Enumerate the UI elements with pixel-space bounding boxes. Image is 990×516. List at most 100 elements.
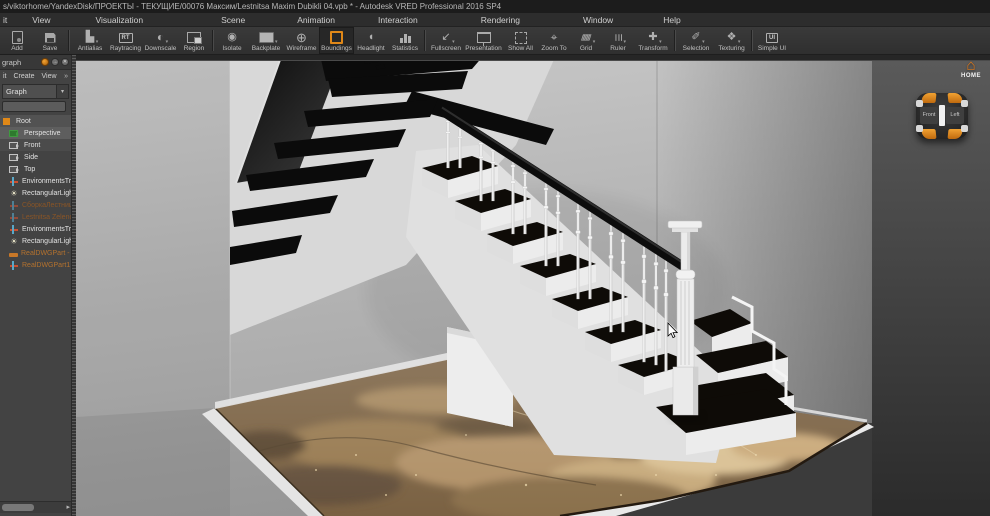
view-cube-left-face[interactable]: Left [946, 107, 964, 124]
toolbar-button-backplate[interactable]: ▾ Backplate [248, 27, 284, 54]
toolbar-button-save[interactable]: Save [34, 27, 66, 54]
menu-animation[interactable]: Animation [297, 13, 335, 26]
scenegraph-panel-title: graph [2, 58, 39, 67]
panel-detach-button[interactable]: → [51, 58, 59, 66]
main-toolbar: Add Save ▙▾ Antialias RT Raytracing ◐▾ D… [0, 27, 990, 55]
menu-visualization[interactable]: Visualization [96, 13, 144, 26]
texturing-icon: ❖ [727, 32, 737, 43]
toolbar-button-presentation[interactable]: Presentation [464, 27, 503, 54]
home-button[interactable]: ⌂ HOME [953, 59, 989, 79]
menu-window[interactable]: Window [583, 13, 613, 26]
isolate-icon: ◉ [227, 32, 237, 43]
view-cube-corner[interactable] [921, 93, 936, 103]
toolbar-separator [68, 30, 70, 51]
antialias-icon: ▙ [86, 32, 94, 43]
view-cube-edge[interactable] [961, 125, 968, 132]
scenegraph-menu-create[interactable]: Create [14, 73, 35, 80]
tree-item-root[interactable]: Root [0, 115, 71, 127]
toolbar-button-selection[interactable]: ✐▾ Selection [678, 27, 714, 54]
tree-item-rectangularlight[interactable]: ☀ RectangularLight [0, 187, 71, 199]
toolbar-button-region[interactable]: Region [178, 27, 210, 54]
toolbar-button-headlight[interactable]: ◖ Headlight [354, 27, 388, 54]
view-cube[interactable]: Front Left [915, 92, 969, 140]
tree-item-front[interactable]: Front [0, 139, 71, 151]
tree-item-side[interactable]: Side [0, 151, 71, 163]
headlight-icon: ◖ [368, 32, 375, 43]
scrollbar-thumb[interactable] [2, 504, 34, 511]
tree-item-top[interactable]: Top [0, 163, 71, 175]
toolbar-button-zoom-to[interactable]: ⌖ Zoom To [538, 27, 570, 54]
toolbar-button-fullscreen[interactable]: ↙▾ Fullscreen [428, 27, 464, 54]
horizontal-scrollbar[interactable]: ▸ [0, 501, 71, 513]
tree-item-environmentstransform2[interactable]: EnvironmentsTran [0, 223, 71, 235]
toolbar-button-isolate[interactable]: ◉ Isolate [216, 27, 248, 54]
backplate-icon [259, 32, 274, 43]
menu-rendering[interactable]: Rendering [481, 13, 520, 26]
toolbar-separator [424, 30, 426, 51]
view-cube-front-face[interactable]: Front [920, 107, 938, 124]
toolbar-button-texturing[interactable]: ❖▾ Texturing [714, 27, 749, 54]
render-canvas [76, 55, 990, 516]
view-cube-edge[interactable] [916, 125, 923, 132]
toolbar-separator [674, 30, 676, 51]
toolbar-button-show-all[interactable]: Show All [503, 27, 538, 54]
menu-help[interactable]: Help [663, 13, 680, 26]
tree-item-lestnitsa-zelenog[interactable]: Lestnitsa Zelenog [0, 211, 71, 223]
tree-item-sborka-lestnitsa[interactable]: СборкаЛестница [0, 199, 71, 211]
toolbar-button-statistics[interactable]: Statistics [388, 27, 422, 54]
chevron-down-icon[interactable]: ▾ [56, 85, 68, 98]
toolbar-button-add[interactable]: Add [0, 27, 34, 54]
transform-node-icon [9, 177, 19, 186]
toolbar-button-transform[interactable]: ✚▾ Transform [634, 27, 672, 54]
tree-item-perspective[interactable]: Perspective [0, 127, 71, 139]
scenegraph-menu-edit[interactable]: it [3, 73, 7, 80]
scenegraph-tree: Root Perspective Front Side Top Environm… [0, 115, 71, 271]
vred-application-window: s/viktorhome/YandexDisk/ПРОЕКТЫ - ТЕКУЩИ… [0, 0, 990, 516]
panel-pin-button[interactable] [41, 58, 49, 66]
menu-overflow-chevron[interactable]: » [64, 73, 68, 80]
camera-icon [9, 142, 18, 149]
tree-item-realdwgpart1[interactable]: RealDWGPart1 - M [0, 259, 71, 271]
scenegraph-search-input[interactable] [2, 101, 66, 112]
tree-item-rectangularlight2[interactable]: ☀ RectangularLight [0, 235, 71, 247]
toolbar-button-downscale[interactable]: ◐▾ Downscale [143, 27, 178, 54]
toolbar-button-wireframe[interactable]: ⊕ Wireframe [284, 27, 319, 54]
toolbar-button-antialias[interactable]: ▙▾ Antialias [72, 27, 108, 54]
toolbar-separator [212, 30, 214, 51]
view-cube-edge[interactable] [961, 100, 968, 107]
transform-node-icon [9, 225, 19, 234]
fullscreen-icon: ↙ [441, 32, 450, 43]
view-cube-edge[interactable] [916, 100, 923, 107]
window-titlebar: s/viktorhome/YandexDisk/ПРОЕКТЫ - ТЕКУЩИ… [0, 0, 990, 13]
scenegraph-panel: graph → ✕ it Create View » Graph ▾ Root … [0, 55, 72, 516]
menu-edit[interactable]: it [3, 13, 7, 26]
scroll-right-arrow[interactable]: ▸ [66, 503, 70, 512]
viewport-3d[interactable]: ⌂ HOME Front Left [76, 55, 990, 516]
toolbar-button-raytracing[interactable]: RT Raytracing [108, 27, 143, 54]
menu-interaction[interactable]: Interaction [378, 13, 418, 26]
tree-item-environmentstransform[interactable]: EnvironmentsTran [0, 175, 71, 187]
viewport-top-strip [76, 55, 990, 60]
toolbar-button-boundings[interactable]: Boundings [319, 27, 354, 54]
toolbar-button-grid[interactable]: ▦▾ Grid [570, 27, 602, 54]
graph-preset-dropdown[interactable]: Graph ▾ [2, 84, 69, 99]
transform-node-icon [9, 201, 19, 210]
save-icon [45, 33, 56, 43]
graph-preset-value: Graph [6, 87, 27, 96]
light-icon: ☀ [9, 189, 19, 198]
view-cube-edge-highlight[interactable] [939, 105, 945, 126]
perspective-camera-icon [9, 130, 18, 137]
transform-node-icon [9, 261, 19, 270]
tree-item-realdwgpart[interactable]: RealDWGPart - M [0, 247, 71, 259]
toolbar-separator [751, 30, 753, 51]
light-icon: ☀ [9, 237, 19, 246]
toolbar-button-simple-ui[interactable]: UI Simple UI [755, 27, 789, 54]
camera-icon [9, 166, 18, 173]
panel-close-button[interactable]: ✕ [61, 58, 69, 66]
menu-view[interactable]: View [32, 13, 50, 26]
scenegraph-menu-view[interactable]: View [42, 73, 57, 80]
transform-node-icon [9, 213, 19, 222]
home-icon: ⌂ [953, 59, 989, 73]
toolbar-button-ruler[interactable]: ☰▾ Ruler [602, 27, 634, 54]
menu-scene[interactable]: Scene [221, 13, 245, 26]
